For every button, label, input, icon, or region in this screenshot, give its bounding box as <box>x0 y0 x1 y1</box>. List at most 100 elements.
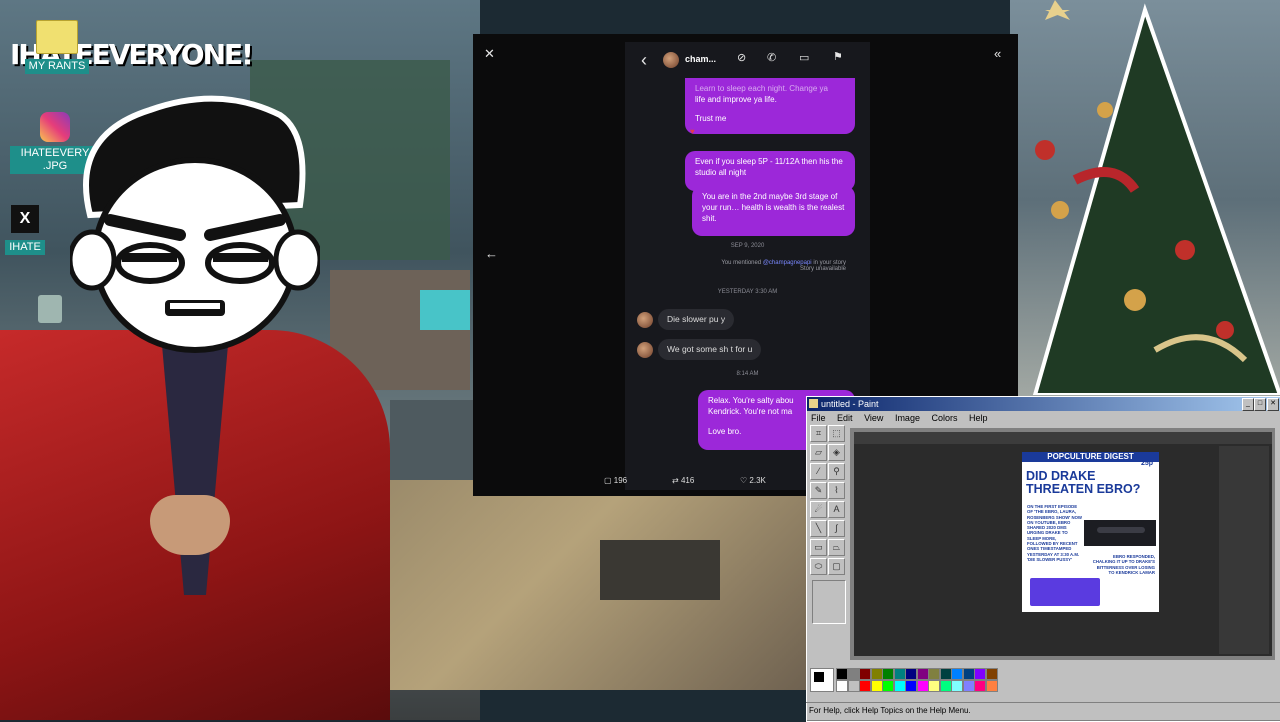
back-arrow-icon[interactable]: ← <box>485 246 498 261</box>
monitor-blur <box>420 290 470 330</box>
color-swatch[interactable] <box>985 668 998 680</box>
menu-edit[interactable]: Edit <box>837 413 853 423</box>
color-swatch[interactable] <box>893 680 906 692</box>
curve-icon[interactable]: ∫ <box>828 520 845 537</box>
color-swatch[interactable] <box>974 668 986 680</box>
menu-image[interactable]: Image <box>895 413 920 423</box>
x-icon: X <box>11 205 39 233</box>
close-button[interactable]: ✕ <box>1267 398 1279 411</box>
color-swatch[interactable] <box>836 668 848 680</box>
flag-icon[interactable]: ⚑ <box>833 50 843 63</box>
menu-bar: File Edit View Image Colors Help <box>807 411 1280 425</box>
cartoon-head-avatar <box>70 95 320 353</box>
poster-dm-bubble <box>1097 527 1145 533</box>
current-colors[interactable] <box>810 668 834 692</box>
brush-icon[interactable]: ⌇ <box>828 482 845 499</box>
rect-select-icon[interactable]: ⬚ <box>828 425 845 442</box>
status-bar: For Help, click Help Topics on the Help … <box>806 702 1280 719</box>
comments-count: 196 <box>613 476 628 485</box>
color-swatch[interactable] <box>916 668 929 680</box>
story-unavailable: Story unavailable <box>799 266 846 272</box>
color-swatch[interactable] <box>847 680 860 692</box>
poster-left-text: ON THE FIRST EPISODE OF 'THE EBRO, LAURA… <box>1027 504 1082 562</box>
poster-dm-image <box>1084 520 1156 546</box>
message-bubble-incoming: Die slower pu y <box>658 309 735 330</box>
message-text: Trust me <box>695 114 727 123</box>
color-swatch[interactable] <box>893 668 906 680</box>
paint-app-icon <box>809 399 818 408</box>
menu-file[interactable]: File <box>811 413 826 423</box>
message-bubble-incoming: We got some sh t for u <box>658 339 762 360</box>
fill-icon[interactable]: ◈ <box>828 444 845 461</box>
color-swatch[interactable] <box>928 668 940 680</box>
color-swatch[interactable] <box>905 668 917 680</box>
heart-reaction-icon: ♥ <box>690 127 695 136</box>
line-icon[interactable]: ╲ <box>810 520 827 537</box>
color-swatch[interactable] <box>962 668 975 680</box>
comments-button[interactable]: ▢ 196 <box>604 476 627 485</box>
picker-icon[interactable]: ⁄ <box>810 463 827 480</box>
recycle-bin-icon[interactable] <box>38 295 62 323</box>
time-separator: 8:14 AM <box>736 371 759 377</box>
color-swatch[interactable] <box>962 680 975 692</box>
free-select-icon[interactable]: ⌗ <box>810 425 827 442</box>
minimize-button[interactable]: _ <box>1242 398 1254 411</box>
menu-colors[interactable]: Colors <box>931 413 957 423</box>
poster-right-text: EBRO RESPONDED, CHALKING IT UP TO DRAKE'… <box>1092 554 1155 575</box>
repost-button[interactable]: ⇄ 416 <box>672 476 694 485</box>
maximize-button[interactable]: □ <box>1254 398 1266 411</box>
phone-icon[interactable]: ✆ <box>767 51 776 64</box>
desktop-icon-ihate[interactable]: X IHATE <box>0 205 70 255</box>
pencil-icon[interactable]: ✎ <box>810 482 827 499</box>
collapse-icon[interactable]: « <box>994 46 1001 61</box>
color-swatch[interactable] <box>882 680 894 692</box>
color-swatch[interactable] <box>870 680 883 692</box>
color-swatch[interactable] <box>951 668 963 680</box>
hand-with-cigar <box>150 495 230 555</box>
color-swatch[interactable] <box>905 680 917 692</box>
link-icon[interactable]: ⊘ <box>737 51 746 64</box>
color-palette <box>810 668 1000 694</box>
color-swatch[interactable] <box>916 680 929 692</box>
airbrush-icon[interactable]: ☄ <box>810 501 827 518</box>
poster-dm-purple <box>1030 578 1100 606</box>
like-button[interactable]: ♡ 2.3K <box>740 476 766 485</box>
message-text: life and improve ya life. <box>695 95 777 104</box>
text-icon[interactable]: A <box>828 501 845 518</box>
color-swatch[interactable] <box>928 680 940 692</box>
color-swatch[interactable] <box>939 668 952 680</box>
ellipse-icon[interactable]: ⬭ <box>810 558 827 575</box>
office-blur-2 <box>390 400 480 480</box>
eraser-icon[interactable]: ▱ <box>810 444 827 461</box>
avatar <box>663 52 679 68</box>
color-swatch[interactable] <box>974 680 986 692</box>
video-icon[interactable]: ▭ <box>799 51 809 64</box>
contact-name: cham... <box>685 54 717 64</box>
rounded-rect-icon[interactable]: ▢ <box>828 558 845 575</box>
desktop-icon-my-rants[interactable]: MY RANTS <box>12 20 102 74</box>
color-swatch[interactable] <box>985 680 998 692</box>
poster-headline: DID DRAKE THREATEN EBRO? <box>1026 469 1141 496</box>
tool-options[interactable] <box>812 580 846 624</box>
close-icon[interactable]: ✕ <box>484 46 495 62</box>
color-swatch[interactable] <box>870 668 883 680</box>
color-swatch[interactable] <box>951 680 963 692</box>
polygon-icon[interactable]: ⏢ <box>828 539 845 556</box>
message-bubble-outgoing: You are in the 2nd maybe 3rd stage of yo… <box>692 186 855 236</box>
color-swatch[interactable] <box>847 668 860 680</box>
color-swatch[interactable] <box>939 680 952 692</box>
instagram-icon <box>40 112 70 142</box>
magnifier-icon[interactable]: ⚲ <box>828 463 845 480</box>
poster-masthead: POPCULTURE DIGEST <box>1022 452 1159 462</box>
color-swatch[interactable] <box>882 668 894 680</box>
color-swatch[interactable] <box>859 680 871 692</box>
menu-help[interactable]: Help <box>969 413 988 423</box>
color-swatch[interactable] <box>836 680 848 692</box>
rectangle-icon[interactable]: ▭ <box>810 539 827 556</box>
menu-view[interactable]: View <box>864 413 883 423</box>
chevron-left-icon[interactable]: ‹ <box>641 50 647 71</box>
message-bubble-outgoing: Even if you sleep 5P - 11/12A then his t… <box>685 151 855 191</box>
color-swatch[interactable] <box>859 668 871 680</box>
reposts-count: 416 <box>680 476 695 485</box>
window-title: untitled - Paint <box>821 399 879 409</box>
